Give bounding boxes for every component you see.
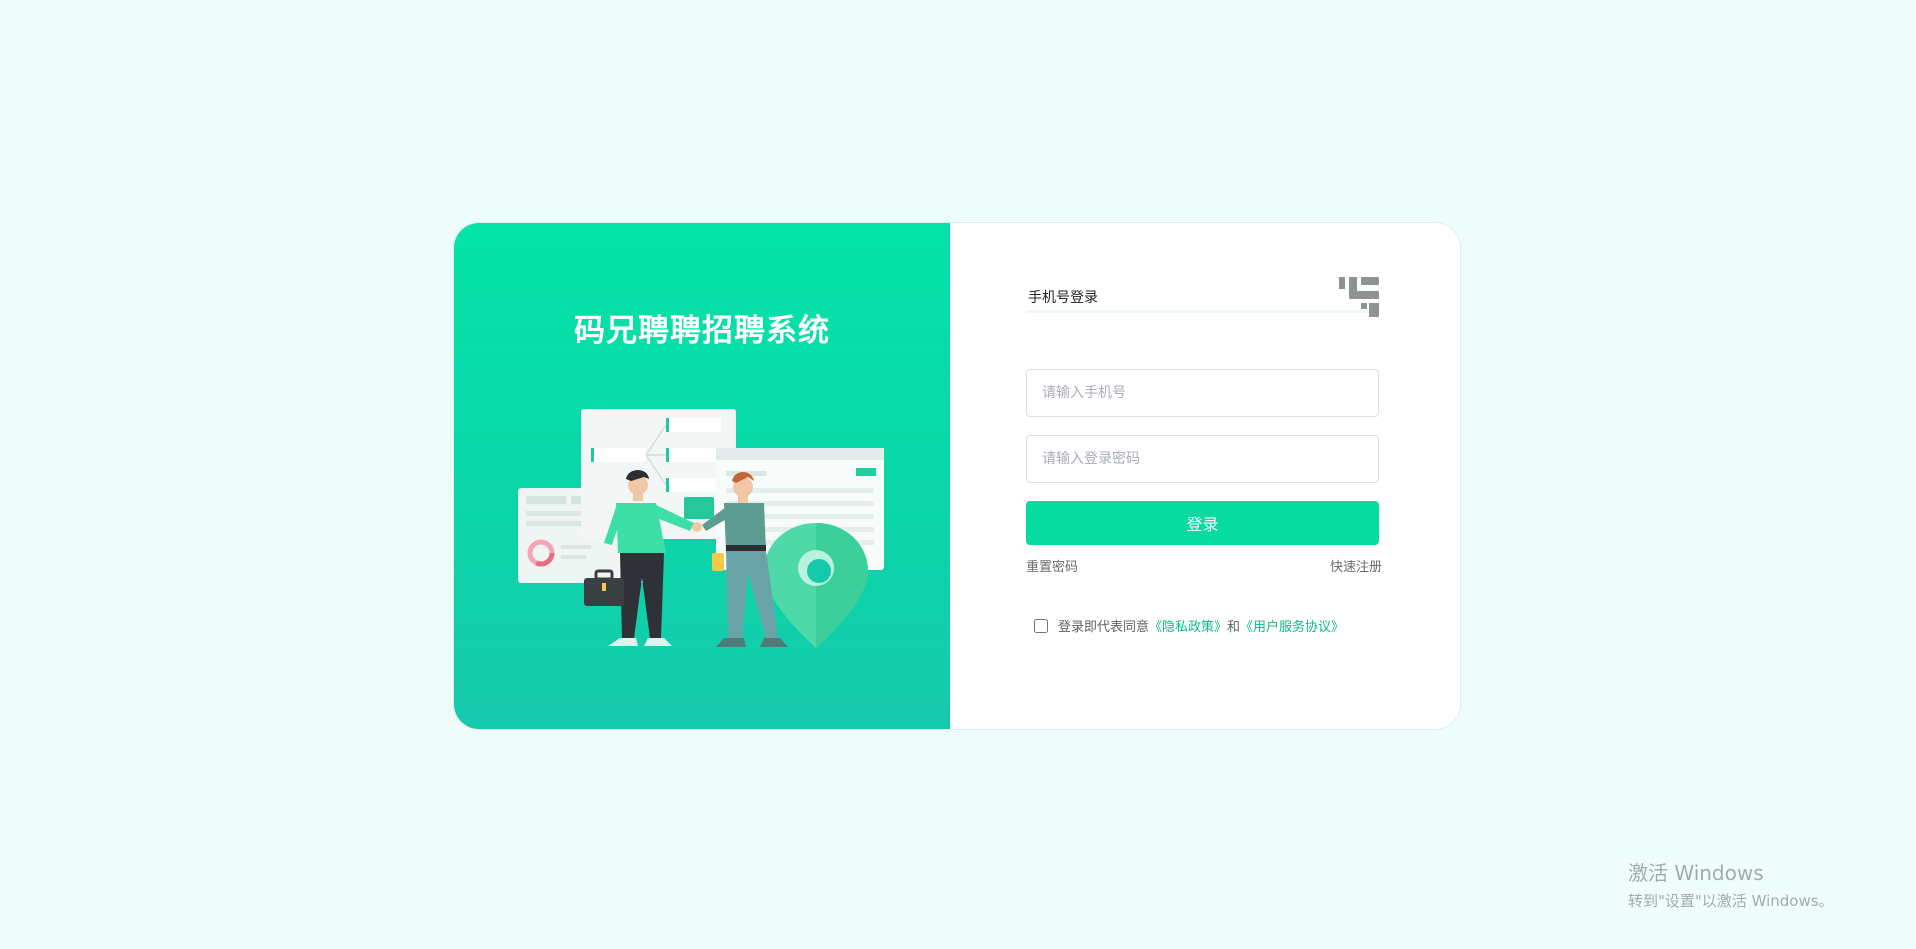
recruitment-illustration [518, 409, 884, 648]
watermark-title: 激活 Windows [1628, 861, 1764, 885]
phone-input[interactable] [1026, 369, 1379, 417]
watermark-subtitle: 转到"设置"以激活 Windows。 [1628, 892, 1834, 910]
login-button[interactable]: 登录 [1026, 501, 1379, 545]
tab-phone-login[interactable]: 手机号登录 [1028, 287, 1098, 307]
agreement-row: 登录即代表同意 《隐私政策》 和 《用户服务协议》 [1034, 616, 1344, 635]
agreement-conjunction: 和 [1227, 620, 1241, 635]
windows-activation-watermark: 激活 Windows 转到"设置"以激活 Windows。 [1628, 857, 1834, 911]
brand-title: 码兄聘聘招聘系统 [574, 313, 830, 349]
qr-code-corner-icon[interactable] [1339, 277, 1379, 317]
agreement-checkbox[interactable] [1034, 618, 1048, 633]
page: 码兄聘聘招聘系统 手机号登录 请输入手机号 登录 重置密码 快速注册 登录即代表… [0, 0, 1916, 949]
login-card: 码兄聘聘招聘系统 手机号登录 请输入手机号 登录 重置密码 快速注册 登录即代表… [453, 222, 1461, 730]
privacy-policy-link[interactable]: 《隐私政策》 [1149, 616, 1227, 635]
reset-password-link[interactable]: 重置密码 [1026, 556, 1078, 575]
agreement-prefix: 登录即代表同意 [1058, 620, 1150, 635]
login-form-panel: 手机号登录 登录 重置密码 快速注册 登录即代表同意 《隐私政策》 [950, 223, 1460, 729]
login-tab-bar: 手机号登录 [1026, 273, 1379, 317]
password-input[interactable] [1026, 435, 1379, 483]
brand-panel: 码兄聘聘招聘系统 [454, 223, 950, 729]
quick-register-link[interactable]: 快速注册 [1330, 556, 1382, 575]
user-service-agreement-link[interactable]: 《用户服务协议》 [1240, 616, 1344, 635]
